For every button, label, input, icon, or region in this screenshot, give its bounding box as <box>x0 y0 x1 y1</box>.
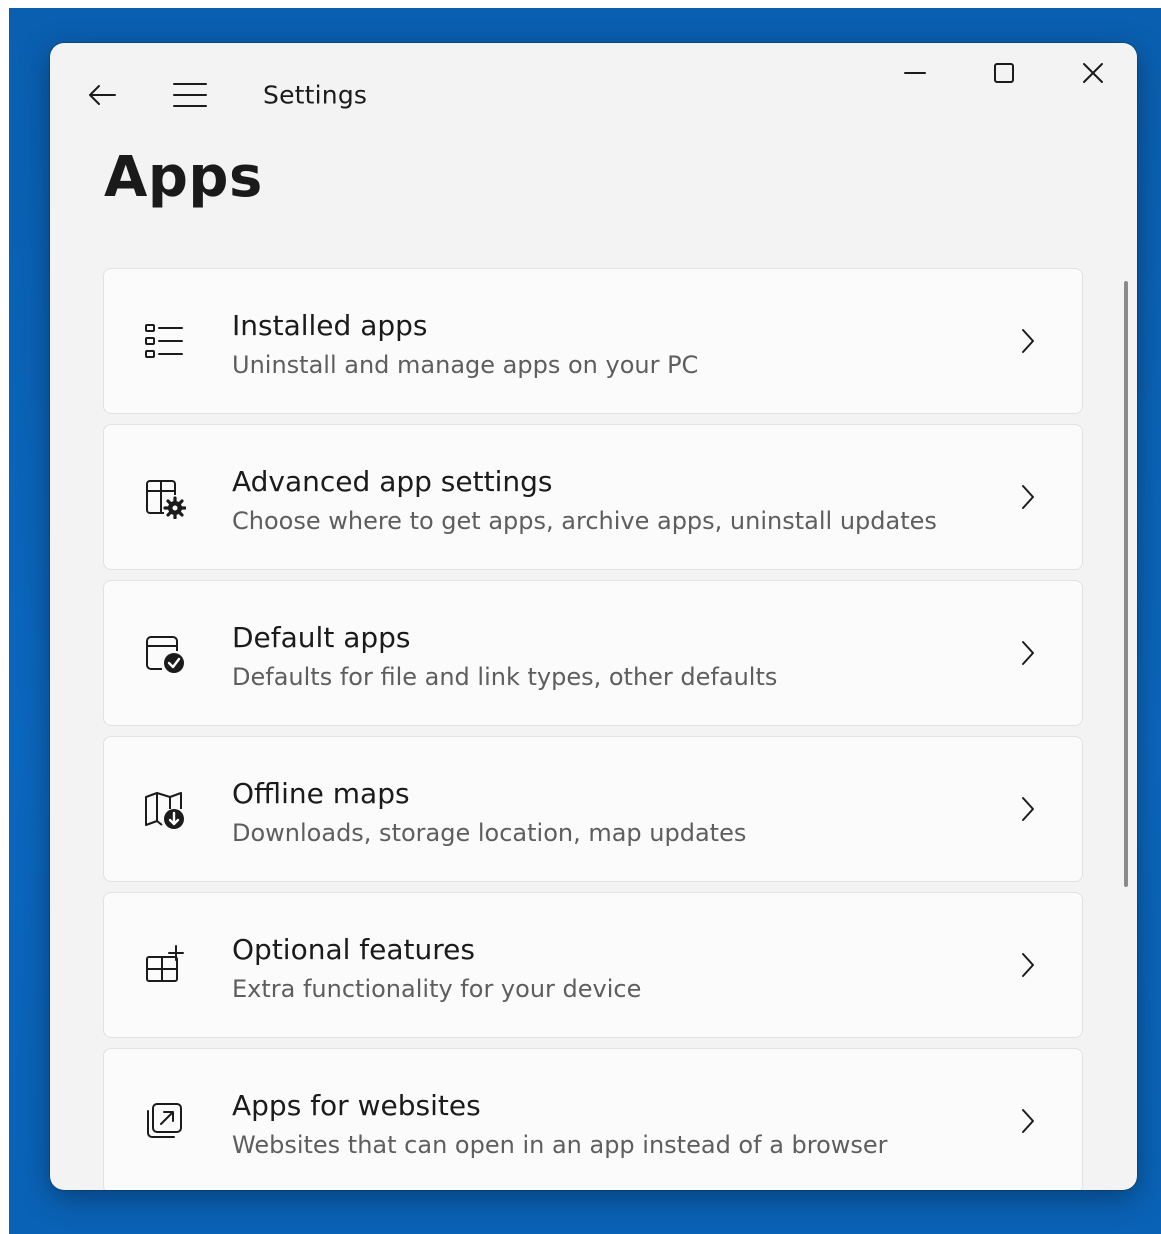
offline-maps-download-icon <box>140 785 188 833</box>
settings-item-title: Installed apps <box>232 309 428 342</box>
back-button[interactable] <box>78 75 126 115</box>
chevron-right-icon <box>1016 953 1040 977</box>
settings-item-installed-apps[interactable]: Installed apps Uninstall and manage apps… <box>103 268 1083 414</box>
app-title: Settings <box>263 80 368 110</box>
settings-item-description: Uninstall and manage apps on your PC <box>232 351 699 379</box>
settings-item-description: Defaults for file and link types, other … <box>232 663 778 691</box>
settings-item-default-apps[interactable]: Default apps Defaults for file and link … <box>103 580 1083 726</box>
settings-item-title: Offline maps <box>232 777 410 810</box>
settings-item-title: Advanced app settings <box>232 465 553 498</box>
settings-item-apps-for-websites[interactable]: Apps for websites Websites that can open… <box>103 1048 1083 1190</box>
chevron-right-icon <box>1016 1109 1040 1133</box>
vertical-scrollbar[interactable] <box>1124 281 1128 887</box>
default-apps-check-icon <box>140 629 188 677</box>
chevron-right-icon <box>1016 485 1040 509</box>
navigation-menu-button[interactable] <box>166 75 214 115</box>
settings-item-advanced-app-settings[interactable]: Advanced app settings Choose where to ge… <box>103 424 1083 570</box>
back-arrow-icon <box>89 85 116 105</box>
maximize-icon <box>994 63 1014 83</box>
settings-item-optional-features[interactable]: Optional features Extra functionality fo… <box>103 892 1083 1038</box>
close-icon <box>1083 63 1103 83</box>
settings-item-offline-maps[interactable]: Offline maps Downloads, storage location… <box>103 736 1083 882</box>
advanced-app-settings-gear-icon <box>140 473 188 521</box>
chevron-right-icon <box>1016 329 1040 353</box>
optional-features-add-icon <box>140 941 188 989</box>
minimize-button[interactable] <box>885 51 945 95</box>
settings-item-title: Apps for websites <box>232 1089 481 1122</box>
settings-item-description: Choose where to get apps, archive apps, … <box>232 507 937 535</box>
chevron-right-icon <box>1016 641 1040 665</box>
settings-item-title: Default apps <box>232 621 411 654</box>
page-title: Apps <box>104 145 263 210</box>
settings-list: Installed apps Uninstall and manage apps… <box>103 268 1083 1190</box>
close-button[interactable] <box>1063 51 1123 95</box>
settings-item-description: Websites that can open in an app instead… <box>232 1131 888 1159</box>
settings-item-description: Extra functionality for your device <box>232 975 642 1003</box>
chevron-right-icon <box>1016 797 1040 821</box>
hamburger-menu-icon <box>173 83 207 107</box>
minimize-icon <box>904 72 926 74</box>
title-bar: Settings <box>50 43 1137 143</box>
settings-window: Settings Apps Installed apps Uninstall a… <box>50 43 1137 1190</box>
installed-apps-list-icon <box>140 317 188 365</box>
settings-item-description: Downloads, storage location, map updates <box>232 819 747 847</box>
apps-for-websites-open-icon <box>140 1097 188 1145</box>
maximize-button[interactable] <box>974 51 1034 95</box>
settings-item-title: Optional features <box>232 933 475 966</box>
